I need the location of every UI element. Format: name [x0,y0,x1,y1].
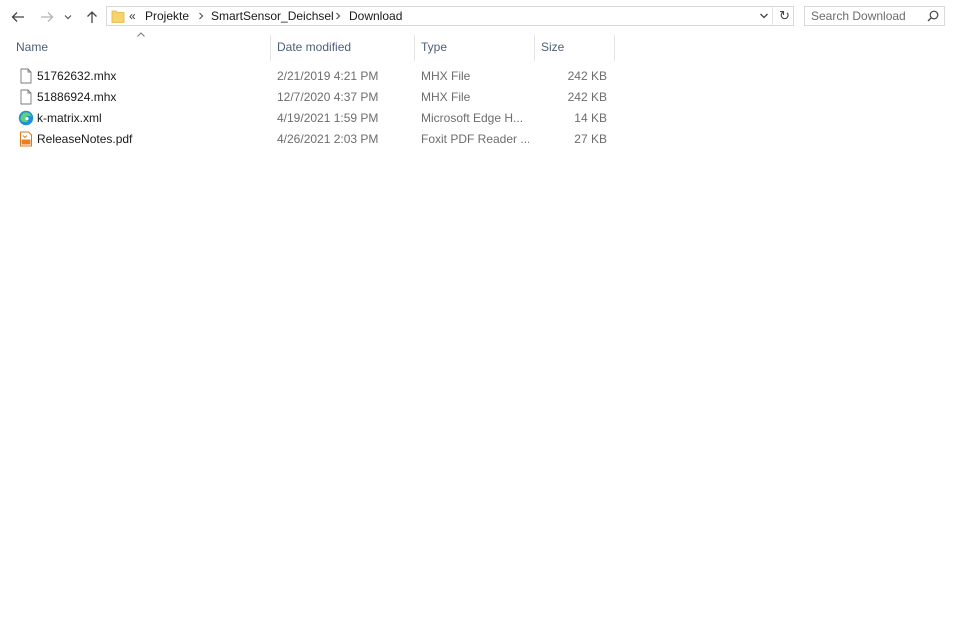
column-resize-handle[interactable] [414,35,415,61]
breadcrumb-overflow[interactable]: « [129,9,136,23]
search-icon[interactable] [927,10,939,22]
file-date-modified: 4/26/2021 2:03 PM [277,132,379,146]
file-name: 51886924.mhx [37,90,117,104]
file-size: 27 KB [574,132,607,146]
file-date-modified: 12/7/2020 4:37 PM [277,90,379,104]
forward-arrow-icon [41,12,54,22]
breadcrumb-separator-icon[interactable] [197,10,205,22]
file-icon [20,68,32,84]
address-bar[interactable]: « Projekte SmartSensor_Deichsel Download… [106,6,794,26]
file-name: 51762632.mhx [37,69,117,83]
back-button[interactable] [8,6,28,28]
search-box[interactable] [804,6,945,26]
column-resize-handle[interactable] [270,35,271,61]
chevron-down-icon [64,15,72,20]
up-button[interactable] [82,6,102,28]
recent-locations-button[interactable] [61,6,75,28]
file-name: k-matrix.xml [37,111,102,125]
file-type: Foxit PDF Reader ... [421,132,529,146]
file-icon [20,89,32,105]
folder-icon [111,10,125,23]
breadcrumb-smartsensor-deichsel[interactable]: SmartSensor_Deichsel [211,9,334,23]
file-type: MHX File [421,90,471,104]
column-header-date-modified[interactable]: Date modified [273,35,414,59]
edge-icon [18,110,34,126]
file-name: ReleaseNotes.pdf [37,132,133,146]
pdf-icon [20,131,32,147]
file-size: 242 KB [567,90,607,104]
file-type: MHX File [421,69,471,83]
refresh-icon[interactable]: ↻ [779,8,790,24]
file-size: 14 KB [574,111,607,125]
navigation-bar: « Projekte SmartSensor_Deichsel Download… [0,0,958,34]
back-arrow-icon [11,12,24,22]
file-date-modified: 2/21/2019 4:21 PM [277,69,379,83]
breadcrumb-projekte[interactable]: Projekte [145,9,189,23]
column-header-type[interactable]: Type [417,35,534,59]
column-resize-handle[interactable] [614,35,615,61]
file-type: Microsoft Edge H... [421,111,524,125]
up-arrow-icon [87,11,97,23]
column-resize-handle[interactable] [534,35,535,61]
address-history-dropdown-icon[interactable] [759,10,769,22]
file-row[interactable]: 51886924.mhx 12/7/2020 4:37 PM MHX File … [14,87,614,108]
column-header-row: Name Date modified Type Size [0,32,958,61]
search-input[interactable] [811,8,921,24]
file-size: 242 KB [567,69,607,83]
file-row[interactable]: ReleaseNotes.pdf 4/26/2021 2:03 PM Foxit… [14,129,614,150]
forward-button[interactable] [37,6,57,28]
file-row[interactable]: k-matrix.xml 4/19/2021 1:59 PM Microsoft… [14,108,614,129]
address-divider [772,7,773,25]
column-header-name[interactable]: Name [12,35,270,59]
breadcrumb-separator-icon[interactable] [334,10,342,22]
file-date-modified: 4/19/2021 1:59 PM [277,111,379,125]
breadcrumb-download[interactable]: Download [349,9,402,23]
file-row[interactable]: 51762632.mhx 2/21/2019 4:21 PM MHX File … [14,66,614,87]
column-header-size[interactable]: Size [537,35,614,59]
